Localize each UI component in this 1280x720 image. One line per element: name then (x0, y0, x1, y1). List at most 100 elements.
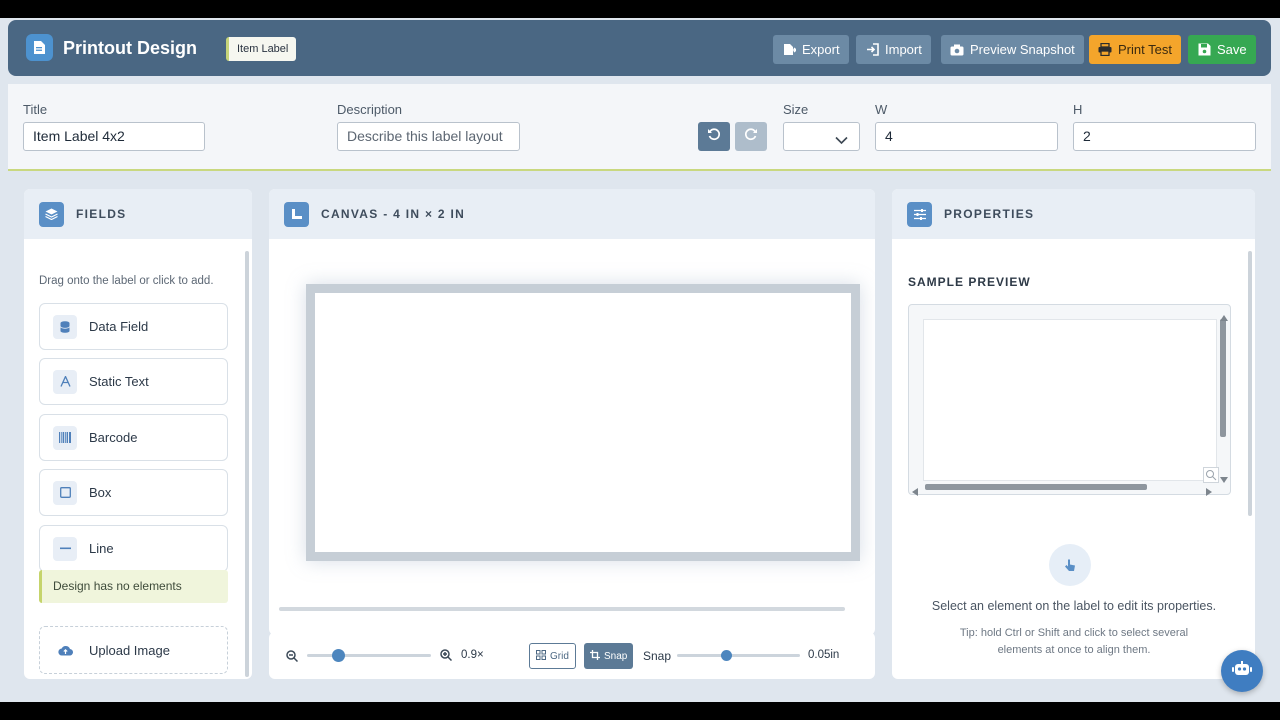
snap-slider-track[interactable] (677, 654, 800, 657)
title-label: Title (23, 102, 48, 117)
size-label: Size (783, 102, 809, 117)
grid-label: Grid (550, 650, 569, 662)
snap-label: Snap (643, 649, 672, 663)
grid-icon (536, 649, 546, 663)
snap-toggle[interactable]: Snap (584, 643, 634, 669)
field-item-label: Barcode (89, 430, 138, 445)
printer-icon (1098, 43, 1112, 57)
app-title: Printout Design (63, 38, 197, 58)
preview-horizontal-scrollbar[interactable] (925, 484, 1147, 490)
field-item-label: Line (89, 541, 114, 556)
scroll-right-arrow-icon[interactable] (1206, 483, 1212, 501)
width-label: W (875, 102, 888, 117)
database-icon (53, 314, 77, 339)
sample-preview-heading: SAMPLE PREVIEW (908, 275, 1031, 289)
chevron-down-icon (835, 132, 848, 150)
field-item-data-field[interactable]: Data Field (39, 303, 228, 350)
redo-button[interactable] (735, 122, 767, 151)
print-test-label: Print Test (1118, 42, 1172, 57)
preview-snapshot-label: Preview Snapshot (970, 42, 1075, 57)
upload-image-label: Upload Image (89, 642, 170, 658)
document-icon (26, 34, 53, 61)
fields-panel-header: FIELDS (24, 189, 252, 239)
sample-preview-image (923, 319, 1217, 481)
zoom-out-icon[interactable] (286, 649, 299, 667)
robot-icon (1232, 660, 1252, 682)
app-frame: Printout Design Item Label Export Import… (0, 18, 1280, 702)
description-input[interactable]: Describe this label layout (337, 122, 520, 151)
barcode-icon (53, 425, 77, 450)
title-input[interactable]: Item Label 4x2 (23, 122, 205, 151)
width-input[interactable]: 4 (875, 122, 1058, 151)
export-button[interactable]: Export (773, 35, 849, 64)
ruler-icon (284, 201, 309, 227)
save-button[interactable]: Save (1188, 35, 1256, 64)
zoom-value: 0.9× (461, 649, 484, 661)
snap-slider-handle[interactable] (721, 650, 733, 661)
pointer-hand-icon (1049, 544, 1091, 586)
cloud-upload-icon (53, 638, 77, 662)
label-type-badge: Item Label (226, 37, 297, 61)
field-item-box[interactable]: Box (39, 469, 228, 516)
canvas-horizontal-scrollbar[interactable] (279, 607, 845, 611)
upload-image-button[interactable]: Upload Image (39, 626, 228, 674)
zoom-slider-handle[interactable] (332, 649, 345, 662)
zoom-magnifier-icon[interactable] (1203, 467, 1219, 483)
undo-icon (707, 127, 721, 146)
properties-tip: Tip: hold Ctrl or Shift and click to sel… (959, 627, 1189, 656)
floppy-disk-icon (1197, 43, 1211, 57)
import-label: Import (885, 42, 922, 57)
properties-panel-title: PROPERTIES (944, 207, 1035, 221)
snap-value: 0.05in (808, 649, 840, 661)
preview-vertical-scrollbar[interactable] (1220, 319, 1226, 437)
scroll-down-arrow-icon[interactable] (1220, 470, 1228, 488)
square-icon (53, 480, 77, 505)
properties-empty-text: Select an element on the label to edit i… (931, 599, 1217, 613)
field-item-label: Static Text (89, 374, 149, 389)
canvas-panel: CANVAS - 4 IN × 2 IN (269, 189, 875, 635)
empty-design-note: Design has no elements (39, 570, 228, 603)
grid-toggle[interactable]: Grid (529, 643, 576, 669)
canvas-panel-title: CANVAS - 4 IN × 2 IN (321, 207, 466, 221)
label-canvas[interactable] (306, 284, 860, 561)
file-export-icon (782, 43, 796, 57)
properties-scrollbar[interactable] (1248, 251, 1252, 516)
print-test-button[interactable]: Print Test (1089, 35, 1181, 64)
field-item-line[interactable]: Line (39, 525, 228, 572)
field-item-label: Box (89, 485, 112, 500)
canvas-workspace[interactable] (269, 239, 875, 614)
field-item-barcode[interactable]: Barcode (39, 414, 228, 461)
export-label: Export (802, 42, 840, 57)
assistant-bot-button[interactable] (1221, 650, 1263, 692)
camera-icon (950, 43, 964, 57)
design-meta-bar: Title Item Label 4x2 Description Describ… (8, 84, 1271, 171)
fields-panel-title: FIELDS (76, 207, 127, 221)
top-header: Printout Design Item Label Export Import… (8, 20, 1271, 76)
import-button[interactable]: Import (856, 35, 931, 64)
crop-icon (590, 649, 600, 663)
snap-button-label: Snap (604, 650, 628, 662)
fields-panel: FIELDS Drag onto the label or click to a… (24, 189, 252, 679)
zoom-toolbar: 0.9× Grid Snap Snap 0.05in (269, 632, 875, 679)
zoom-slider-track[interactable] (307, 654, 431, 657)
field-item-static-text[interactable]: Static Text (39, 358, 228, 405)
fields-hint: Drag onto the label or click to add. (39, 275, 214, 287)
scroll-left-arrow-icon[interactable] (912, 483, 918, 501)
line-icon (53, 536, 77, 561)
layers-icon (39, 201, 64, 227)
zoom-in-icon[interactable] (440, 648, 453, 666)
canvas-panel-header: CANVAS - 4 IN × 2 IN (269, 189, 875, 239)
sliders-icon (907, 201, 932, 227)
height-input[interactable]: 2 (1073, 122, 1256, 151)
properties-panel: PROPERTIES SAMPLE PREVIEW Select an elem… (892, 189, 1255, 679)
undo-button[interactable] (698, 122, 730, 151)
redo-icon (744, 127, 758, 146)
preview-snapshot-button[interactable]: Preview Snapshot (941, 35, 1084, 64)
size-select[interactable] (783, 122, 860, 151)
scroll-up-arrow-icon[interactable] (1220, 308, 1228, 326)
sample-preview-frame (908, 304, 1231, 496)
text-icon (53, 369, 77, 394)
fields-scrollbar[interactable] (245, 251, 249, 677)
description-label: Description (337, 102, 403, 117)
properties-panel-header: PROPERTIES (892, 189, 1255, 239)
